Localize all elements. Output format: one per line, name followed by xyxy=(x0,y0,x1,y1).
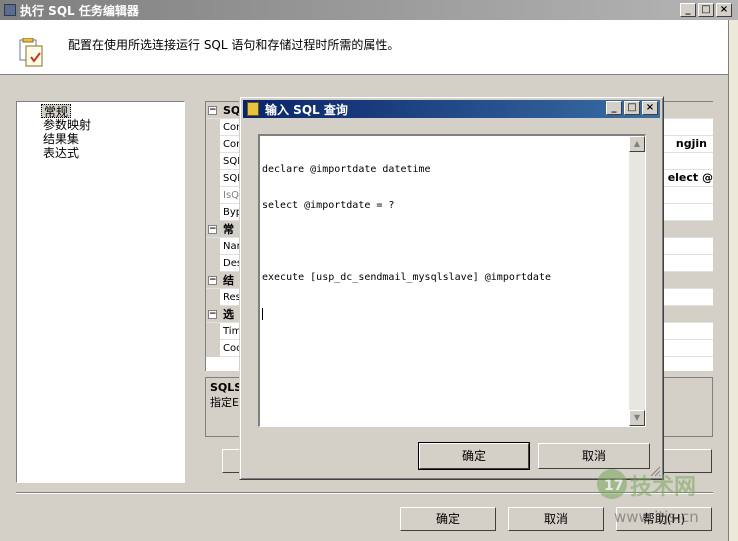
property-row-gutter xyxy=(206,119,220,136)
dialog-minimize-button[interactable]: _ xyxy=(606,101,622,115)
sql-query-textarea[interactable]: declare @importdate datetime select @imp… xyxy=(258,134,646,427)
sql-query-dialog: 输入 SQL 查询 _ □ × declare @importdate date… xyxy=(239,96,664,480)
sql-statement-value: elect @ xyxy=(667,171,713,184)
main-maximize-button[interactable]: □ xyxy=(698,3,714,17)
main-close-button[interactable]: × xyxy=(716,3,732,17)
nav-item-result-set[interactable]: 结果集 xyxy=(41,132,81,146)
dialog-title-bar[interactable]: 输入 SQL 查询 _ □ × xyxy=(243,100,660,118)
property-row-gutter xyxy=(206,187,220,204)
dialog-ok-button[interactable]: 确定 xyxy=(418,442,530,470)
vertical-scrollbar[interactable]: ▲ ▼ xyxy=(629,136,645,426)
sql-line: select @importdate = ? xyxy=(262,200,395,211)
connection-value: ngjin xyxy=(675,137,707,150)
property-name: 选 xyxy=(223,308,234,321)
collapse-toggle-icon[interactable]: − xyxy=(208,225,217,234)
sql-line: execute [usp_dc_sendmail_mysqlslave] @im… xyxy=(262,272,551,283)
svg-text:17: 17 xyxy=(604,478,623,494)
property-row-gutter xyxy=(206,136,220,153)
property-name: 结 xyxy=(223,274,234,287)
property-row-gutter xyxy=(206,153,220,170)
app-icon xyxy=(4,4,16,16)
main-minimize-button[interactable]: _ xyxy=(680,3,696,17)
sql-query-text: declare @importdate datetime select @imp… xyxy=(262,140,627,348)
collapse-toggle-icon[interactable]: − xyxy=(208,310,217,319)
main-title-bar[interactable]: 执行 SQL 任务编辑器 _ □ × xyxy=(0,0,738,20)
page-nav-list: 常规 参数映射 结果集 表达式 xyxy=(16,101,185,483)
window-edge xyxy=(728,20,738,541)
dialog-maximize-button[interactable]: □ xyxy=(624,101,640,115)
dialog-title: 输入 SQL 查询 xyxy=(265,102,348,117)
task-editor-icon xyxy=(19,38,43,67)
sql-line: declare @importdate datetime xyxy=(262,164,431,175)
property-row-gutter xyxy=(206,255,220,272)
main-cancel-button[interactable]: 取消 xyxy=(508,507,604,531)
property-row-gutter xyxy=(206,340,220,357)
dialog-close-button[interactable]: × xyxy=(642,101,658,115)
property-row-gutter xyxy=(206,289,220,306)
watermark: 17 技术网 www.itjs.cn xyxy=(594,462,724,534)
nav-item-expressions[interactable]: 表达式 xyxy=(41,146,81,160)
watermark-url: www.itjs.cn xyxy=(614,508,699,526)
main-ok-button[interactable]: 确定 xyxy=(400,507,496,531)
property-name: IsQ xyxy=(223,190,240,201)
header-description: 配置在使用所选连接运行 SQL 语句和存储过程时所需的属性。 xyxy=(68,38,400,52)
collapse-toggle-icon[interactable]: − xyxy=(208,106,217,115)
sql-line xyxy=(262,236,627,248)
main-window-title: 执行 SQL 任务编辑器 xyxy=(20,3,139,18)
property-row-gutter xyxy=(206,170,220,187)
svg-text:技术网: 技术网 xyxy=(630,475,696,500)
collapse-toggle-icon[interactable]: − xyxy=(208,276,217,285)
property-row-gutter xyxy=(206,204,220,221)
scroll-down-arrow-icon[interactable]: ▼ xyxy=(629,410,645,426)
nav-item-parameter-mapping[interactable]: 参数映射 xyxy=(41,118,93,132)
header-panel: 配置在使用所选连接运行 SQL 语句和存储过程时所需的属性。 xyxy=(0,20,728,75)
scroll-up-arrow-icon[interactable]: ▲ xyxy=(629,136,645,152)
dialog-title-icon xyxy=(247,102,259,116)
property-row-gutter xyxy=(206,238,220,255)
nav-item-general[interactable]: 常规 xyxy=(41,104,72,119)
property-name: 常 xyxy=(223,223,234,236)
property-row-gutter xyxy=(206,323,220,340)
text-caret xyxy=(262,308,263,320)
